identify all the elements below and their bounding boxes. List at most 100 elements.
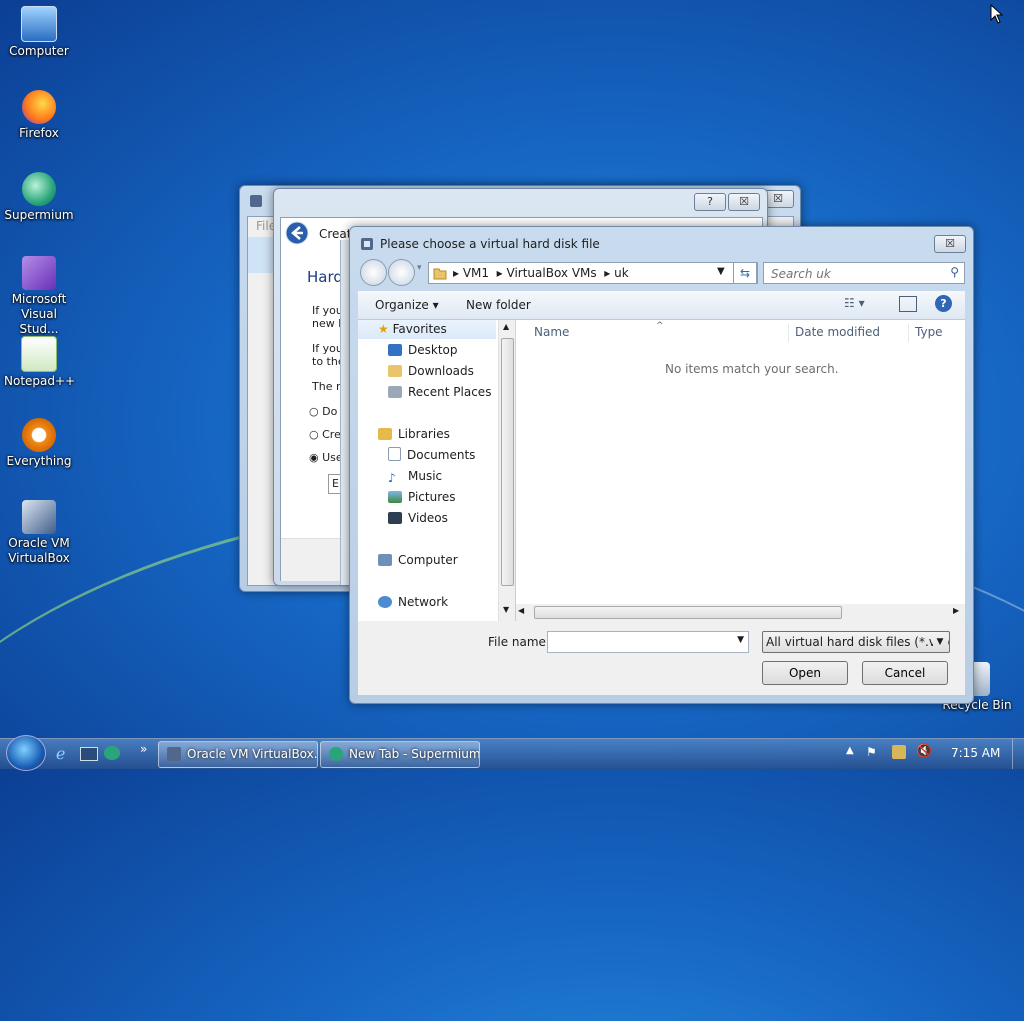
nav-network[interactable]: Network (378, 593, 448, 612)
file-list[interactable]: Name ^ Date modified Type No items match… (516, 320, 965, 621)
file-chooser-dialog[interactable]: Please choose a virtual hard disk file ☒… (349, 226, 974, 704)
search-box[interactable]: ⚲ (763, 262, 965, 284)
desktop-icon-everything[interactable]: Everything (4, 418, 74, 469)
file-name-label: File name: (488, 635, 550, 649)
search-input[interactable] (769, 266, 943, 282)
nav-label: Computer (398, 553, 458, 567)
wizard-text: If you (312, 304, 343, 317)
show-hidden-icons[interactable]: ▲ (846, 745, 854, 756)
start-button[interactable] (6, 735, 46, 771)
refresh-button[interactable]: ⇆ (733, 262, 757, 284)
desktop-icon-virtualbox[interactable]: Oracle VM VirtualBox (4, 500, 74, 566)
internet-explorer-icon[interactable]: ℯ (56, 744, 65, 763)
empty-message: No items match your search. (665, 362, 839, 376)
breadcrumb-vm1[interactable]: VM1 (463, 266, 489, 280)
address-bar[interactable]: ▸ VM1 ▸ VirtualBox VMs ▸ uk ▼ (428, 262, 758, 284)
column-date-modified[interactable]: Date modified (795, 320, 880, 344)
horizontal-scrollbar[interactable]: ◀ ▶ (516, 604, 965, 621)
column-name[interactable]: Name (534, 320, 569, 344)
nav-desktop[interactable]: Desktop (388, 341, 458, 360)
radio-use-existing[interactable]: ◉ Use (309, 451, 343, 464)
close-button[interactable]: ☒ (728, 193, 760, 211)
desktop-icon-computer[interactable]: Computer (4, 6, 74, 59)
radio-create[interactable]: ○ Cre (309, 428, 341, 441)
cancel-button[interactable]: Cancel (862, 661, 948, 685)
dialog-bottom: File name: ▼ All virtual hard disk files… (358, 621, 965, 695)
nav-music[interactable]: ♪ Music (388, 467, 442, 486)
view-options-icon[interactable]: ☷ ▾ (844, 296, 865, 310)
breadcrumb-virtualbox-vms[interactable]: VirtualBox VMs (507, 266, 597, 280)
taskbar-app-supermium[interactable]: New Tab - Supermium (320, 741, 480, 768)
folder-icon (433, 268, 447, 280)
clock[interactable]: 7:15 AM (951, 746, 1000, 760)
nav-scrollbar[interactable]: ▲ ▼ (498, 320, 515, 621)
help-button[interactable]: ? (694, 193, 726, 211)
file-name-input[interactable]: ▼ (547, 631, 749, 653)
scrollbar-thumb[interactable] (534, 606, 842, 619)
virtualbox-icon (250, 195, 262, 207)
documents-icon (388, 447, 401, 461)
back-arrow-icon[interactable] (285, 221, 309, 245)
show-desktop-button[interactable] (1012, 739, 1024, 769)
breadcrumb-uk[interactable]: uk (614, 266, 629, 280)
nav-label: Recent Places (408, 385, 492, 399)
notepadpp-icon (21, 336, 57, 372)
nav-recent-places[interactable]: Recent Places (388, 383, 491, 402)
chevron-down-icon[interactable]: ▼ (717, 266, 725, 277)
videos-icon (388, 512, 402, 524)
forward-button[interactable] (388, 259, 415, 286)
desktop-icon-supermium[interactable]: Supermium (4, 172, 74, 223)
desktop-icon-label: Supermium (4, 208, 74, 222)
title-bar[interactable]: Please choose a virtual hard disk file ☒ (350, 227, 973, 255)
show-desktop-icon[interactable] (80, 747, 98, 761)
nav-label: Libraries (398, 427, 450, 441)
nav-documents[interactable]: Documents (388, 446, 475, 465)
preview-pane-icon[interactable] (899, 296, 917, 312)
network-icon (378, 596, 392, 608)
everything-icon (22, 418, 56, 452)
pictures-icon (388, 491, 402, 503)
new-folder-button[interactable]: New folder (466, 298, 531, 312)
file-type-value: All virtual hard disk files (*.vmd (766, 635, 950, 649)
scroll-down-icon[interactable]: ▼ (503, 605, 509, 614)
close-button[interactable]: ☒ (934, 235, 966, 253)
nav-libraries[interactable]: Libraries (378, 425, 450, 444)
nav-downloads[interactable]: Downloads (388, 362, 474, 381)
radio-do-not-add[interactable]: ○ Do (309, 405, 337, 418)
desktop-icon-notepadpp[interactable]: Notepad++ (4, 336, 75, 389)
recent-places-icon (388, 386, 402, 398)
music-icon: ♪ (388, 471, 396, 485)
scroll-up-icon[interactable]: ▲ (503, 322, 509, 331)
recent-pages-icon[interactable]: ▾ (417, 263, 422, 273)
supermium-icon[interactable] (104, 746, 120, 760)
organize-button[interactable]: Organize ▾ (375, 298, 439, 312)
breadcrumb: ▸ VM1 ▸ VirtualBox VMs ▸ uk (453, 266, 629, 280)
taskbar-app-label: New Tab - Supermium (349, 747, 480, 761)
chevron-down-icon[interactable]: ▼ (737, 635, 744, 645)
scrollbar-thumb[interactable] (501, 338, 514, 586)
back-button[interactable] (360, 259, 387, 286)
star-icon: ★ (378, 322, 389, 336)
desktop-icon-label: Oracle VM VirtualBox (8, 536, 70, 565)
nav-favorites[interactable]: ★ Favorites (358, 320, 496, 339)
nav-videos[interactable]: Videos (388, 509, 448, 528)
desktop-icon-firefox[interactable]: Firefox (4, 90, 74, 141)
nav-label: Favorites (392, 322, 447, 336)
quick-launch-more[interactable]: » (140, 742, 147, 756)
volume-muted-icon[interactable]: 🔇 (916, 744, 932, 759)
taskbar-app-virtualbox[interactable]: Oracle VM VirtualBox... (158, 741, 318, 768)
nav-pictures[interactable]: Pictures (388, 488, 456, 507)
navigation-pane: ★ Favorites Desktop Downloads Recent Pla… (358, 320, 514, 621)
radio-label: Cre (322, 428, 341, 441)
action-center-flag-icon[interactable]: ⚑ (866, 745, 877, 759)
scroll-left-icon[interactable]: ◀ (518, 606, 524, 615)
open-button[interactable]: Open (762, 661, 848, 685)
nav-computer[interactable]: Computer (378, 551, 458, 570)
file-type-select[interactable]: All virtual hard disk files (*.vmd ▼ (762, 631, 950, 653)
help-icon[interactable]: ? (935, 295, 952, 312)
sort-ascending-icon: ^ (656, 321, 664, 331)
power-icon[interactable] (892, 745, 906, 759)
desktop-icon-visual-studio[interactable]: Microsoft Visual Stud... (4, 256, 74, 337)
scroll-right-icon[interactable]: ▶ (953, 606, 959, 615)
column-type[interactable]: Type (915, 320, 943, 344)
